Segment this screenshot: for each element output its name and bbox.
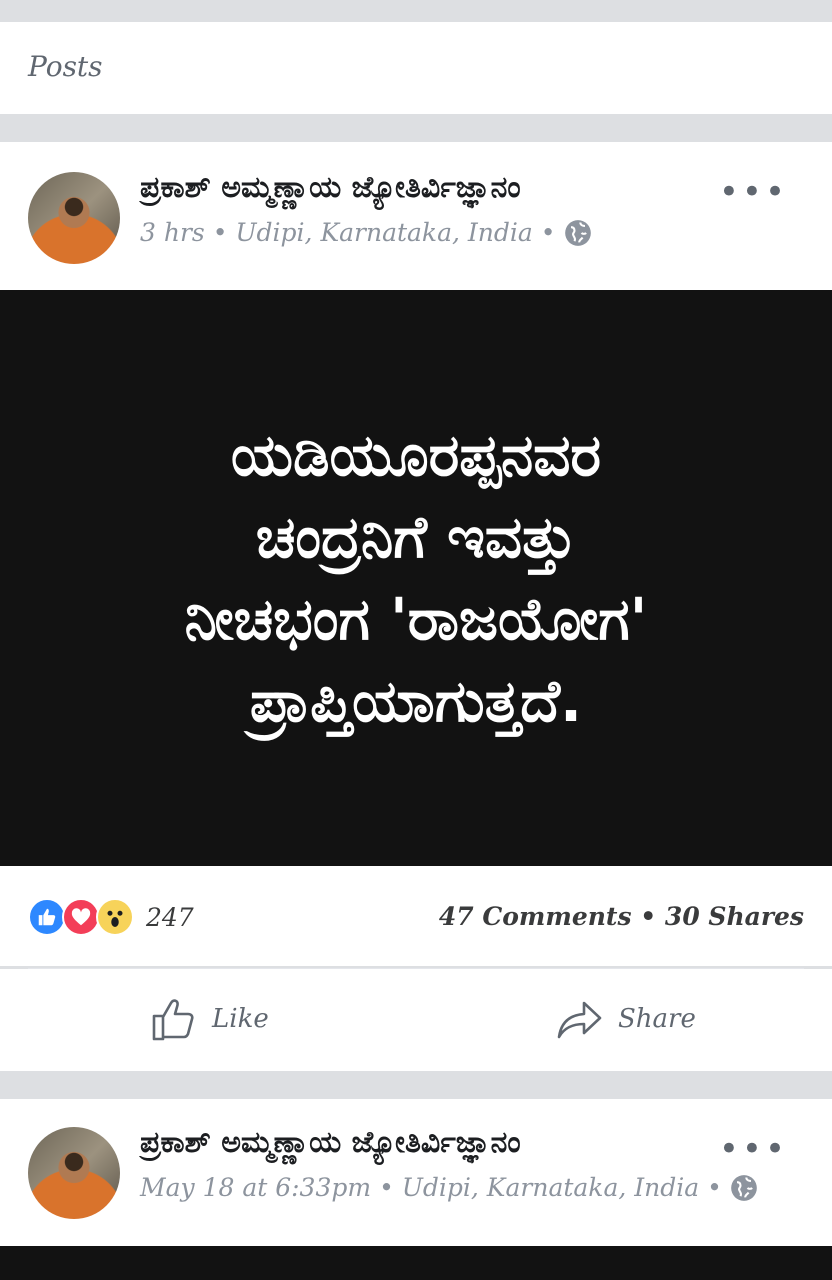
post-separator bbox=[0, 1071, 832, 1099]
love-reaction-icon bbox=[62, 898, 100, 936]
wow-reaction-icon bbox=[96, 898, 134, 936]
post-media[interactable] bbox=[0, 1246, 832, 1280]
thumbs-up-icon bbox=[152, 999, 194, 1041]
media-line: ನೀಚಭಂಗ 'ರಾಜಯೋಗ' bbox=[184, 585, 648, 653]
meta-separator: • bbox=[212, 218, 228, 247]
post-header: ಪ್ರಕಾಶ್ ಅಮ್ಮಣ್ಣಾಯ ಜ್ಯೋತಿರ್ವಿಜ್ಞಾನಂ May 1… bbox=[0, 1099, 832, 1247]
post-actions: Like Share bbox=[0, 969, 832, 1071]
post-meta: 3 hrs • Udipi, Karnataka, India • bbox=[140, 218, 592, 247]
like-button[interactable]: Like bbox=[150, 995, 269, 1043]
post-media[interactable]: ಯಡಿಯೂರಪ್ಪನವರ ಚಂದ್ರನಿಗೆ ಇವತ್ತು ನೀಚಭಂಗ 'ರಾ… bbox=[0, 290, 832, 866]
post-stats: 247 47 Comments • 30 Shares bbox=[0, 866, 832, 966]
post-time[interactable]: May 18 at 6:33pm bbox=[140, 1173, 371, 1202]
media-line: ಪ್ರಾಪ್ತಿಯಾಗುತ್ತದೆ. bbox=[249, 667, 583, 735]
reaction-count[interactable]: 247 bbox=[146, 903, 194, 932]
globe-icon bbox=[731, 1174, 757, 1201]
comments-shares-count[interactable]: 47 Comments • 30 Shares bbox=[439, 902, 804, 931]
like-reaction-icon bbox=[28, 898, 66, 936]
media-text: ಯಡಿಯೂರಪ್ಪನವರ ಚಂದ್ರನಿಗೆ ಇವತ್ತು ನೀಚಭಂಗ 'ರಾ… bbox=[105, 414, 728, 742]
reactions-summary[interactable]: 247 bbox=[28, 898, 194, 936]
author-avatar[interactable] bbox=[28, 1127, 120, 1219]
post-location[interactable]: Udipi, Karnataka, India bbox=[235, 218, 532, 247]
author-avatar[interactable] bbox=[28, 172, 120, 264]
more-options-button[interactable]: ••• bbox=[719, 1129, 788, 1169]
section-title: Posts bbox=[28, 50, 103, 83]
post-time[interactable]: 3 hrs bbox=[140, 218, 205, 247]
author-name[interactable]: ಪ್ರಕಾಶ್ ಅಮ್ಮಣ್ಣಾಯ ಜ್ಯೋತಿರ್ವಿಜ್ಞಾನಂ bbox=[140, 1125, 521, 1160]
more-options-button[interactable]: ••• bbox=[719, 172, 788, 212]
globe-icon bbox=[564, 219, 591, 246]
top-spacer bbox=[0, 0, 832, 22]
share-label: Share bbox=[618, 1004, 696, 1034]
posts-header: Posts bbox=[0, 22, 832, 114]
post-header: ಪ್ರಕಾಶ್ ಅಮ್ಮಣ್ಣಾಯ ಜ್ಯೋತಿರ್ವಿಜ್ಞಾನಂ 3 hrs… bbox=[0, 142, 832, 290]
meta-separator: • bbox=[379, 1173, 394, 1202]
share-arrow-icon bbox=[557, 1001, 602, 1039]
share-button[interactable]: Share bbox=[556, 995, 696, 1043]
like-label: Like bbox=[212, 1004, 269, 1034]
author-name[interactable]: ಪ್ರಕಾಶ್ ಅಮ್ಮಣ್ಣಾಯ ಜ್ಯೋತಿರ್ವಿಜ್ಞಾನಂ bbox=[140, 170, 521, 205]
meta-separator: • bbox=[540, 218, 556, 247]
separator-band bbox=[0, 114, 832, 142]
media-line: ಯಡಿಯೂರಪ್ಪನವರ bbox=[230, 421, 602, 489]
post-meta: May 18 at 6:33pm • Udipi, Karnataka, Ind… bbox=[140, 1173, 758, 1202]
media-line: ಚಂದ್ರನಿಗೆ ಇವತ್ತು bbox=[255, 503, 577, 571]
post-location[interactable]: Udipi, Karnataka, India bbox=[402, 1173, 699, 1202]
meta-separator: • bbox=[707, 1173, 722, 1202]
